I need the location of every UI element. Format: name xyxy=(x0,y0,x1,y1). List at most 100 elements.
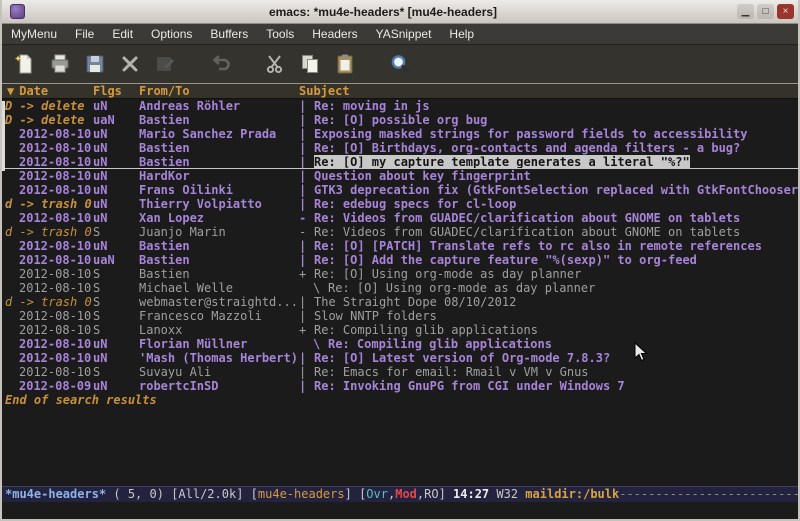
message-row[interactable]: d -> trash 0 S Juanjo Marin - Re: Videos… xyxy=(2,225,798,239)
message-row[interactable]: D -> delete uaN Bastien | Re: [O] possib… xyxy=(2,113,798,127)
buffer-area: ▼Date Flgs From/To Subject D -> delete u… xyxy=(2,84,798,486)
message-date: d -> trash 0 xyxy=(5,295,93,309)
message-subject: Re: [O] [PATCH] Translate refs to rc als… xyxy=(314,239,762,253)
message-flags: uN xyxy=(93,141,139,155)
new-file-icon[interactable] xyxy=(12,51,38,77)
message-row[interactable]: 2012-08-10 uN Xan Lopez - Re: Videos fro… xyxy=(2,211,798,225)
undo-icon[interactable] xyxy=(207,51,233,77)
modeline-maildir: maildir:/bulk xyxy=(525,487,619,501)
message-row[interactable]: 2012-08-10 uN Bastien | Re: [O] my captu… xyxy=(2,155,798,169)
menu-buffers[interactable]: Buffers xyxy=(201,25,257,43)
menu-file[interactable]: File xyxy=(66,25,103,43)
message-subject: Re: Compiling glib applications xyxy=(314,323,538,337)
message-row[interactable]: 2012-08-10 uN HardKor | Question about k… xyxy=(2,169,798,183)
message-row[interactable]: 2012-08-10 uaN Bastien | Re: [O] Add the… xyxy=(2,253,798,267)
message-row[interactable]: 2012-08-10 uN Florian Müllner \ Re: Comp… xyxy=(2,337,798,351)
message-subject: Exposing masked strings for password fie… xyxy=(314,127,747,141)
message-date: 2012-08-09 xyxy=(5,379,93,393)
menu-help[interactable]: Help xyxy=(440,25,483,43)
message-row[interactable]: d -> trash 0 S webmaster@straightd... | … xyxy=(2,295,798,309)
header-line[interactable]: ▼Date Flgs From/To Subject xyxy=(2,84,798,99)
message-from: Frans Oilinki xyxy=(139,183,299,197)
menu-bar: MyMenuFileEditOptionsBuffersToolsHeaders… xyxy=(2,24,798,45)
message-from: Suvayu Ali xyxy=(139,365,299,379)
thread-indicator: | xyxy=(299,197,314,211)
thread-indicator: - xyxy=(299,225,314,239)
message-row[interactable]: D -> delete uN Andreas Röhler | Re: movi… xyxy=(2,99,798,113)
minimize-button[interactable]: ▁ xyxy=(737,4,754,19)
scrollbar-thumb[interactable] xyxy=(2,101,5,171)
modeline-dashes: -------------------------- xyxy=(619,487,798,501)
message-subject: GTK3 deprecation fix (GtkFontSelection r… xyxy=(314,183,798,197)
message-subject: Re: Emacs for email: Rmail v VM v Gnus xyxy=(314,365,589,379)
message-row[interactable]: 2012-08-10 uN Mario Sanchez Prada | Expo… xyxy=(2,127,798,141)
menu-tools[interactable]: Tools xyxy=(257,25,303,43)
message-row[interactable]: d -> trash 0 uN Thierry Volpiatto | Re: … xyxy=(2,197,798,211)
save-icon[interactable] xyxy=(82,51,108,77)
message-date: 2012-08-10 xyxy=(5,169,93,183)
message-date: d -> trash 0 xyxy=(5,225,93,239)
modeline-plain: ( 5, 0) xyxy=(106,487,171,501)
copy-icon[interactable] xyxy=(297,51,323,77)
menu-headers[interactable]: Headers xyxy=(303,25,366,43)
menu-yasnippet[interactable]: YASnippet xyxy=(367,25,441,43)
message-from: Bastien xyxy=(139,267,299,281)
message-row[interactable]: 2012-08-10 S Lanoxx + Re: Compiling glib… xyxy=(2,323,798,337)
menu-edit[interactable]: Edit xyxy=(103,25,142,43)
search-icon[interactable] xyxy=(387,51,413,77)
close-buffer-icon[interactable] xyxy=(117,51,143,77)
column-header-date[interactable]: ▼Date xyxy=(5,84,93,98)
save-as-icon[interactable] xyxy=(152,51,178,77)
message-flags: uN xyxy=(93,183,139,197)
thread-indicator: - xyxy=(299,211,314,225)
message-row[interactable]: 2012-08-10 S Francesco Mazzoli | Slow NN… xyxy=(2,309,798,323)
paste-icon[interactable] xyxy=(332,51,358,77)
message-subject: Re: moving in js xyxy=(314,99,430,113)
modeline-plain: ] xyxy=(345,487,359,501)
message-row[interactable]: 2012-08-10 S Michael Welle \ Re: [O] Usi… xyxy=(2,281,798,295)
message-date: 2012-08-10 xyxy=(5,239,93,253)
column-header-subject[interactable]: Subject xyxy=(299,84,350,98)
maximize-button[interactable]: □ xyxy=(757,4,774,19)
message-date: 2012-08-10 xyxy=(5,211,93,225)
message-flags: uN xyxy=(93,211,139,225)
message-from: Florian Müllner xyxy=(139,337,299,351)
message-flags: uN xyxy=(93,239,139,253)
cut-icon[interactable] xyxy=(262,51,288,77)
message-subject: Re: [O] Birthdays, org-contacts and agen… xyxy=(314,141,740,155)
message-from: Bastien xyxy=(139,253,299,267)
message-row[interactable]: 2012-08-09 uN robertcInSD | Re: Invoking… xyxy=(2,379,798,393)
message-subject: Re: [O] Latest version of Org-mode 7.8.3… xyxy=(314,351,610,365)
message-from: 'Mash (Thomas Herbert) xyxy=(139,351,299,365)
message-row[interactable]: 2012-08-10 uN Bastien | Re: [O] Birthday… xyxy=(2,141,798,155)
message-flags: uN xyxy=(93,197,139,211)
menu-mymenu[interactable]: MyMenu xyxy=(2,25,66,43)
message-date: 2012-08-10 xyxy=(5,309,93,323)
modeline-plain: [ xyxy=(251,487,258,501)
message-subject: Re: [O] Using org-mode as day planner xyxy=(314,267,581,281)
message-date: 2012-08-10 xyxy=(5,337,93,351)
thread-indicator: | xyxy=(299,253,314,267)
message-subject: Question about key fingerprint xyxy=(314,169,531,183)
print-icon[interactable] xyxy=(47,51,73,77)
message-flags: uN xyxy=(93,379,139,393)
message-row[interactable]: 2012-08-10 S Bastien + Re: [O] Using org… xyxy=(2,267,798,281)
echo-area[interactable] xyxy=(2,502,798,519)
message-row[interactable]: 2012-08-10 uN Frans Oilinki | GTK3 depre… xyxy=(2,183,798,197)
menu-options[interactable]: Options xyxy=(142,25,201,43)
message-flags: uN xyxy=(93,99,139,113)
message-date: 2012-08-10 xyxy=(5,323,93,337)
modeline-plain: ,RO] xyxy=(417,487,453,501)
message-subject: Re: Videos from GUADEC/clarification abo… xyxy=(314,225,740,239)
column-header-flags[interactable]: Flgs xyxy=(93,84,139,98)
message-row[interactable]: 2012-08-10 uN Bastien | Re: [O] [PATCH] … xyxy=(2,239,798,253)
message-row[interactable]: 2012-08-10 uN 'Mash (Thomas Herbert) | R… xyxy=(2,351,798,365)
thread-indicator: | xyxy=(299,127,314,141)
thread-indicator: | xyxy=(299,365,314,379)
message-from: webmaster@straightd... xyxy=(139,295,299,309)
message-row[interactable]: 2012-08-10 S Suvayu Ali | Re: Emacs for … xyxy=(2,365,798,379)
thread-indicator: | xyxy=(299,155,314,168)
column-header-from[interactable]: From/To xyxy=(139,84,299,98)
title-bar[interactable]: emacs: *mu4e-headers* [mu4e-headers] ▁□× xyxy=(2,0,798,24)
close-button[interactable]: × xyxy=(777,4,794,19)
